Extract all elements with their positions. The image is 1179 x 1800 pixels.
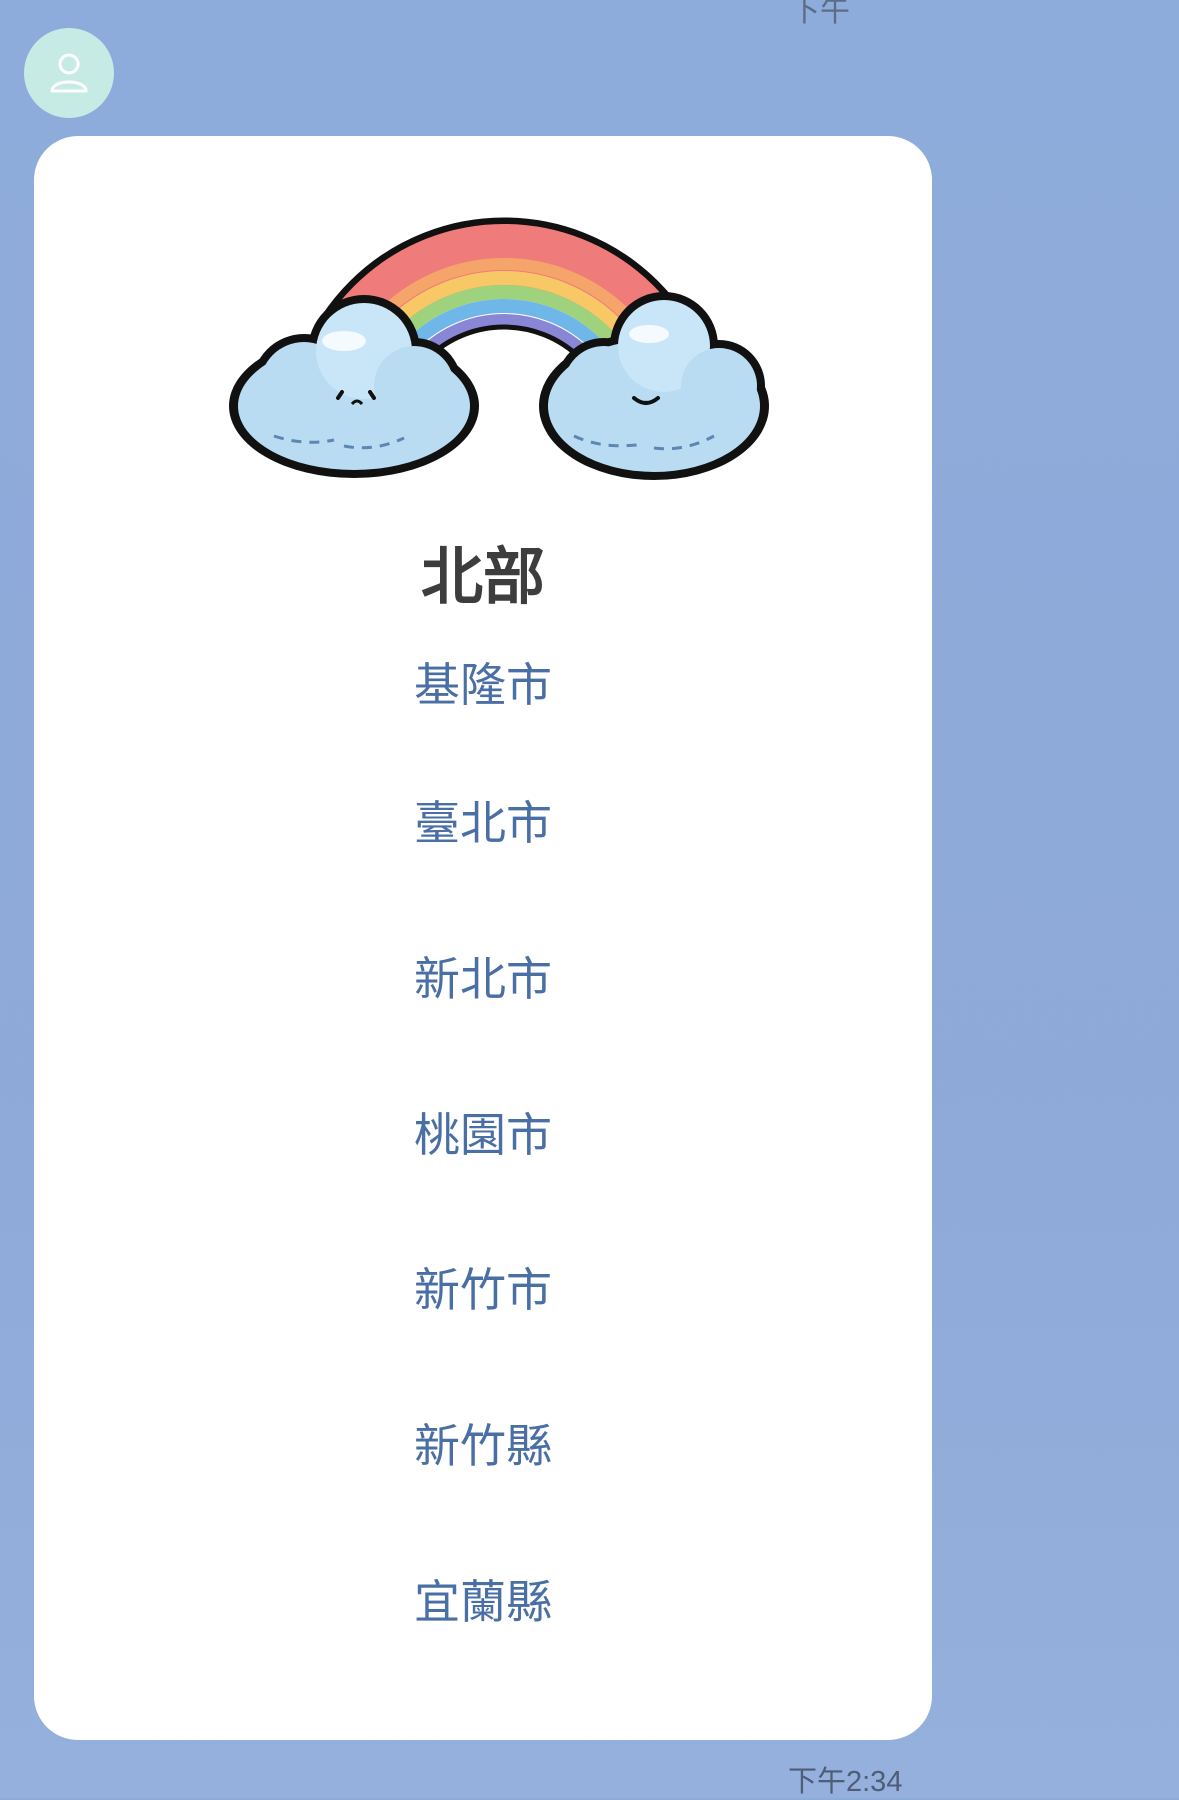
sender-avatar[interactable] xyxy=(24,28,114,118)
message-timestamp: 下午2:34 xyxy=(788,1766,903,1798)
city-link-taipei[interactable]: 臺北市 xyxy=(34,800,932,846)
city-link-taoyuan[interactable]: 桃園市 xyxy=(34,1112,932,1158)
region-title: 北部 xyxy=(420,540,545,613)
city-link-keelung[interactable]: 基隆市 xyxy=(34,662,932,708)
rainbow-cloud-image xyxy=(229,217,769,480)
city-link-yilan[interactable]: 宜蘭縣 xyxy=(34,1579,932,1625)
city-link-hsinchu-county[interactable]: 新竹縣 xyxy=(34,1423,932,1469)
city-link-new-taipei[interactable]: 新北市 xyxy=(34,956,932,1002)
previous-message-time: 下午 xyxy=(790,0,850,28)
user-icon xyxy=(50,53,88,93)
city-link-hsinchu-city[interactable]: 新竹市 xyxy=(34,1267,932,1313)
flex-message-card: 北部 基隆市 臺北市 新北市 桃園市 新竹市 新竹縣 宜蘭縣 xyxy=(34,136,932,1740)
